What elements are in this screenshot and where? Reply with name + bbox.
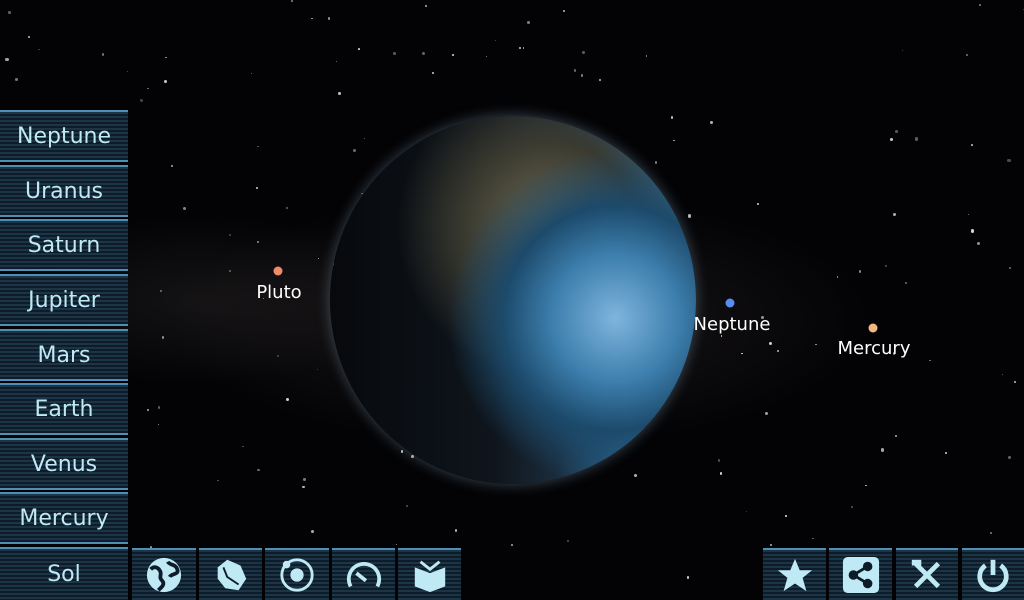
sidebar-item-saturn[interactable]: Saturn [0, 219, 128, 271]
star [709, 120, 713, 124]
power-icon [977, 559, 1009, 593]
asteroid-icon [217, 559, 246, 591]
share-icon [842, 556, 879, 594]
star [756, 202, 759, 205]
speedometer-icon [346, 561, 381, 588]
star [673, 139, 675, 142]
star [101, 52, 105, 56]
star [217, 479, 219, 482]
orbit-icon [280, 558, 314, 592]
star [965, 53, 969, 56]
star [599, 79, 602, 81]
star [979, 4, 982, 6]
star [411, 455, 414, 458]
star [719, 472, 722, 475]
globe-button[interactable] [132, 548, 196, 600]
star [14, 77, 18, 81]
star [139, 98, 143, 102]
sidebar-item-mars[interactable]: Mars [0, 329, 128, 381]
neptune-marker[interactable] [725, 298, 735, 308]
settings-button[interactable] [896, 548, 958, 600]
share-button[interactable] [829, 548, 892, 600]
sidebar-item-sol[interactable]: Sol [0, 547, 128, 600]
sidebar-item-earth[interactable]: Earth [0, 383, 128, 435]
encyclopedia-button[interactable] [398, 548, 461, 600]
favorites-button[interactable] [763, 548, 826, 600]
star [228, 234, 231, 237]
pluto-label[interactable]: Pluto [256, 282, 301, 303]
star [654, 160, 658, 164]
star [454, 529, 457, 532]
star [944, 452, 947, 455]
star [884, 264, 887, 267]
sidebar-item-jupiter[interactable]: Jupiter [0, 274, 128, 326]
star [165, 56, 167, 59]
star [311, 17, 313, 20]
star [562, 10, 565, 13]
orbit-button[interactable] [265, 548, 329, 600]
mercury-marker[interactable] [868, 323, 878, 333]
book-icon [414, 560, 445, 593]
star [905, 282, 907, 285]
star [255, 186, 258, 189]
star [812, 537, 814, 540]
star [257, 468, 260, 471]
star [893, 212, 896, 216]
star [302, 478, 306, 481]
tools-icon [911, 559, 941, 589]
star [858, 270, 861, 273]
star [815, 343, 817, 346]
sidebar-item-neptune[interactable]: Neptune [0, 110, 128, 162]
star [686, 576, 689, 579]
neptune-label[interactable]: Neptune [694, 314, 771, 335]
sidebar-item-mercury[interactable]: Mercury [0, 492, 128, 544]
star [890, 137, 894, 141]
star [393, 52, 396, 55]
star [338, 92, 341, 95]
star [518, 47, 521, 50]
pluto-marker[interactable] [273, 266, 283, 276]
star-icon [777, 558, 812, 592]
star [776, 349, 780, 352]
star [229, 270, 231, 272]
star [580, 74, 584, 77]
star [352, 148, 356, 152]
sidebar-item-venus[interactable]: Venus [0, 438, 128, 490]
asteroid-button[interactable] [199, 548, 262, 600]
star [5, 57, 9, 61]
star [971, 144, 974, 146]
star [688, 214, 692, 218]
star [1001, 373, 1003, 375]
star [717, 459, 720, 462]
star [1007, 158, 1011, 163]
mercury-label[interactable]: Mercury [838, 338, 911, 359]
star [164, 80, 167, 83]
star [785, 515, 787, 517]
star [182, 206, 186, 210]
earth-planet[interactable] [330, 116, 696, 484]
star [970, 229, 974, 233]
speed-button[interactable] [332, 548, 395, 600]
star [7, 10, 11, 14]
star [290, 0, 293, 2]
star [421, 51, 425, 55]
sidebar-item-uranus[interactable]: Uranus [0, 165, 128, 217]
globe-icon [146, 557, 182, 593]
power-button[interactable] [962, 548, 1024, 600]
star [1009, 267, 1011, 269]
star [894, 130, 898, 133]
star [171, 165, 173, 167]
